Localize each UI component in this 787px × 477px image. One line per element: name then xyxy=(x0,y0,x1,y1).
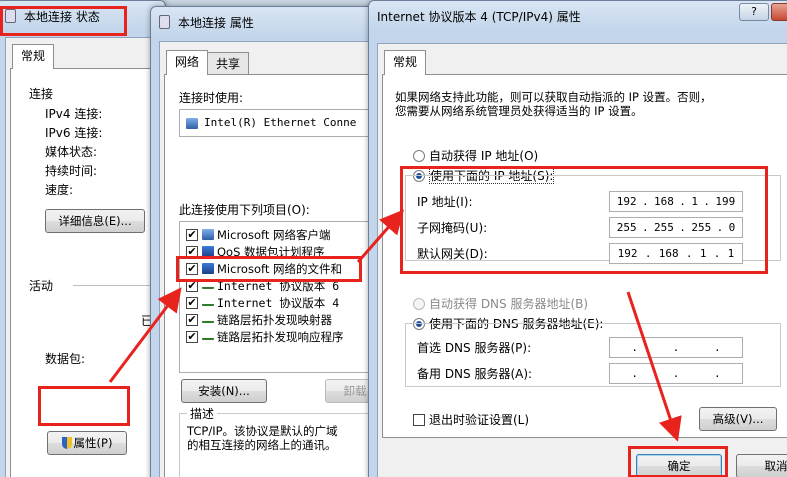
intro-text-2: 您需要从网络系统管理员处获得适当的 IP 设置。 xyxy=(395,104,643,118)
item-checkbox[interactable]: ✔ xyxy=(186,313,198,326)
connection-properties-titlebar[interactable]: 本地连接 属性 xyxy=(151,7,379,37)
list-item[interactable]: ✔ Microsoft 网络客户端 xyxy=(186,226,388,243)
ipv6-connection-label: IPv6 连接: xyxy=(45,126,103,140)
adapter-box: Intel(R) Ethernet Conne xyxy=(179,109,389,137)
validate-label: 退出时验证设置(L) xyxy=(429,413,530,427)
help-icon: ? xyxy=(751,5,757,18)
auto-dns-label: 自动获得 DNS 服务器地址(B) xyxy=(429,297,589,311)
properties-button[interactable]: 属性(P) xyxy=(47,431,127,455)
annotation-box-ipv4-item xyxy=(176,256,362,282)
list-item[interactable]: ✔ 链路层拓扑发现映射器 xyxy=(186,311,388,328)
close-button-partial[interactable] xyxy=(771,3,787,21)
protocol-icon xyxy=(202,283,214,289)
client-icon xyxy=(202,229,214,240)
auto-ip-label: 自动获得 IP 地址(O) xyxy=(429,149,539,163)
protocol-icon xyxy=(202,300,214,306)
media-status-label: 媒体状态: xyxy=(45,145,98,159)
radio-indicator xyxy=(413,150,425,162)
annotation-box-status-title xyxy=(0,6,127,36)
alternate-dns-label: 备用 DNS 服务器(A): xyxy=(417,367,533,381)
network-window-icon xyxy=(159,15,170,29)
description-title: 描述 xyxy=(187,405,218,422)
alternate-dns-field[interactable]: ... xyxy=(609,363,743,384)
list-item[interactable]: ✔ 链路层拓扑发现响应程序 xyxy=(186,328,388,345)
tab-general[interactable]: 常规 xyxy=(384,50,427,75)
tab-network[interactable]: 网络 xyxy=(166,50,209,75)
speed-label: 速度: xyxy=(45,183,74,197)
tab-general[interactable]: 常规 xyxy=(12,44,55,69)
item-label: 链路层拓扑发现响应程序 xyxy=(217,329,344,344)
item-checkbox[interactable]: ✔ xyxy=(186,330,198,343)
item-label: Microsoft 网络客户端 xyxy=(217,227,331,242)
advanced-button[interactable]: 高级(V)... xyxy=(699,407,777,431)
shield-icon xyxy=(61,437,72,449)
ipv4-properties-title: Internet 协议版本 4 (TCP/IPv4) 属性 xyxy=(377,9,581,24)
desktop: 本地连接 状态 常规 连接 IPv4 连接: IPv6 连接: 媒体状态: 持续… xyxy=(0,0,787,477)
preferred-dns-field[interactable]: ... xyxy=(609,337,743,358)
description-text-2: 的相互连接的网络上的通讯。 xyxy=(187,438,337,452)
connection-properties-title: 本地连接 属性 xyxy=(178,15,254,30)
packets-label: 数据包: xyxy=(45,352,86,366)
items-list: ✔ Microsoft 网络客户端 ✔ QoS 数据包计划程序 ✔ Microsoft… xyxy=(179,221,389,373)
connection-properties-window: 本地连接 属性 网络 共享 连接时使用: Intel(R) Ethernet C… xyxy=(150,6,389,477)
item-label: 链路层拓扑发现映射器 xyxy=(217,312,332,327)
install-button[interactable]: 安装(N)... xyxy=(181,379,267,403)
list-item-ipv4[interactable]: ✔ Internet 协议版本 4 xyxy=(186,294,388,311)
radio-indicator xyxy=(413,298,425,310)
checkbox-indicator xyxy=(413,414,425,426)
connection-section-label: 连接 xyxy=(29,87,54,101)
details-button[interactable]: 详细信息(E)... xyxy=(45,209,145,233)
help-button[interactable]: ? xyxy=(739,3,769,21)
auto-dns-radio[interactable]: 自动获得 DNS 服务器地址(B) xyxy=(413,295,588,312)
item-checkbox[interactable]: ✔ xyxy=(186,296,198,309)
network-adapter-icon xyxy=(186,118,198,129)
connect-using-label: 连接时使用: xyxy=(179,91,244,105)
cancel-button[interactable]: 取消 xyxy=(736,454,787,477)
annotation-box-manual-ip xyxy=(400,166,768,274)
item-label: Internet 协议版本 4 xyxy=(217,295,340,310)
item-checkbox[interactable]: ✔ xyxy=(186,228,198,241)
preferred-dns-label: 首选 DNS 服务器(P): xyxy=(417,341,532,355)
adapter-name: Intel(R) Ethernet Conne xyxy=(204,116,357,129)
properties-button-label: 属性(P) xyxy=(73,436,113,450)
items-label: 此连接使用下列项目(O): xyxy=(179,203,310,217)
ipv4-connection-label: IPv4 连接: xyxy=(45,107,103,121)
protocol-icon xyxy=(202,334,214,340)
ipv4-properties-titlebar[interactable]: Internet 协议版本 4 (TCP/IPv4) 属性 xyxy=(369,1,787,31)
auto-ip-radio[interactable]: 自动获得 IP 地址(O) xyxy=(413,147,538,164)
annotation-box-ok-button xyxy=(628,446,728,477)
duration-label: 持续时间: xyxy=(45,164,98,178)
validate-checkbox[interactable]: 退出时验证设置(L) xyxy=(413,411,529,428)
protocol-icon xyxy=(202,317,214,323)
activity-section-label: 活动 xyxy=(29,279,54,293)
annotation-box-properties-button xyxy=(38,386,130,426)
